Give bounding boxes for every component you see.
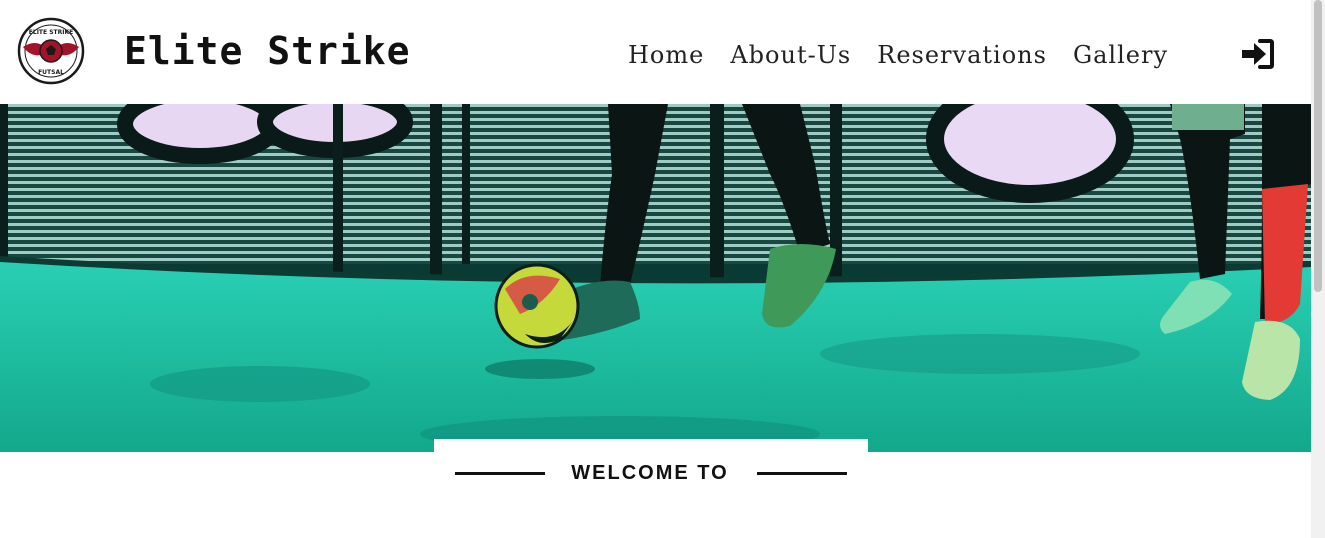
hero-image: [0, 104, 1311, 452]
brand-title[interactable]: Elite Strike: [124, 28, 411, 74]
welcome-divider-right: [757, 472, 847, 475]
welcome-banner: [434, 439, 868, 538]
svg-text:FUTSAL: FUTSAL: [38, 69, 64, 76]
elite-strike-logo[interactable]: ELITE STRIKE FUTSAL: [17, 17, 85, 85]
nav-reservations[interactable]: Reservations: [877, 36, 1047, 76]
site-header: ELITE STRIKE FUTSAL Elite Strike Home Ab…: [0, 0, 1311, 104]
nav-gallery[interactable]: Gallery: [1073, 36, 1168, 76]
welcome-heading: WELCOME TO: [571, 462, 729, 484]
nav-home[interactable]: Home: [628, 36, 704, 76]
sign-in-icon[interactable]: [1240, 38, 1274, 70]
welcome-divider-left: [455, 472, 545, 475]
futsal-hero-illustration: [0, 104, 1311, 452]
page-scrollbar-thumb[interactable]: [1314, 0, 1322, 292]
nav-about-us[interactable]: About-Us: [730, 36, 851, 76]
svg-text:ELITE STRIKE: ELITE STRIKE: [29, 29, 73, 36]
main-nav: Home About-Us Reservations Gallery: [628, 36, 1168, 76]
